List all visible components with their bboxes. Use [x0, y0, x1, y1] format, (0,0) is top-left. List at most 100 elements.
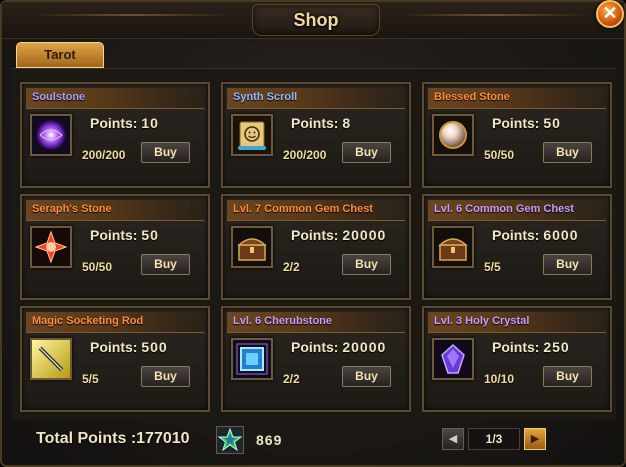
buy-button[interactable]: Buy: [342, 254, 391, 275]
item-points: Points: 8: [291, 115, 351, 131]
buy-button[interactable]: Buy: [141, 254, 190, 275]
close-button[interactable]: ✕: [596, 0, 624, 28]
item-points: Points: 6000: [492, 227, 579, 243]
item-header: Lvl. 7 Common Gem Chest: [227, 200, 405, 221]
gem-chest-icon[interactable]: [432, 226, 474, 268]
points-label: Points:: [492, 339, 540, 355]
buy-button[interactable]: Buy: [141, 142, 190, 163]
points-label: Points:: [291, 115, 339, 131]
gem-chest-icon[interactable]: [231, 226, 273, 268]
item-quantity: 10/10: [484, 372, 515, 386]
item-header: Magic Socketing Rod: [26, 312, 204, 333]
item-points: Points: 50: [90, 227, 159, 243]
seraphs-stone-icon[interactable]: [30, 226, 72, 268]
shop-window: Shop ✕ Tarot Soulstone Points: 10 200/200 B…: [0, 0, 626, 467]
points-label: Points:: [492, 227, 540, 243]
buy-button[interactable]: Buy: [342, 142, 391, 163]
points-label: Points:: [90, 115, 138, 131]
shop-item-card: Blessed Stone Points: 50 50/50 Buy: [422, 82, 612, 188]
points-label: Points:: [90, 339, 138, 355]
cherubstone-icon[interactable]: [231, 338, 273, 380]
shop-item-card: Magic Socketing Rod Points: 500 5/5 Buy: [20, 306, 210, 412]
item-header: Synth Scroll: [227, 88, 405, 109]
points-value: 6000: [543, 227, 579, 243]
item-name: Lvl. 3 Holy Crystal: [434, 315, 530, 327]
blessed-stone-icon[interactable]: [432, 114, 474, 156]
item-quantity: 5/5: [82, 372, 99, 386]
window-title: Shop: [293, 10, 339, 30]
item-points: Points: 20000: [291, 227, 386, 243]
shop-item-card: Lvl. 3 Holy Crystal Points: 250 10/10 Buy: [422, 306, 612, 412]
item-quantity: 50/50: [484, 148, 515, 162]
next-page-button[interactable]: ▶: [524, 428, 546, 450]
holy-crystal-icon[interactable]: [432, 338, 474, 380]
shop-item-card: Synth Scroll Points: 8 200/200 Buy: [221, 82, 411, 188]
soulstone-icon[interactable]: [30, 114, 72, 156]
item-name: Lvl. 7 Common Gem Chest: [233, 203, 373, 215]
shop-item-card: Lvl. 6 Common Gem Chest Points: 6000 5/5 Bu…: [422, 194, 612, 300]
page-indicator: 1/3: [468, 428, 520, 450]
item-points: Points: 250: [492, 339, 570, 355]
close-icon: ✕: [602, 3, 618, 23]
points-value: 50: [141, 227, 159, 243]
item-name: Lvl. 6 Cherubstone: [233, 315, 333, 327]
total-points-value: 177010: [136, 430, 190, 447]
buy-button[interactable]: Buy: [543, 254, 592, 275]
title-decoration-right: [398, 14, 588, 16]
title-plate: Shop: [252, 4, 380, 36]
item-points: Points: 20000: [291, 339, 386, 355]
item-header: Soulstone: [26, 88, 204, 109]
item-quantity: 2/2: [283, 260, 300, 274]
points-value: 50: [543, 115, 561, 131]
points-label: Points:: [90, 227, 138, 243]
item-points: Points: 500: [90, 339, 168, 355]
item-quantity: 50/50: [82, 260, 113, 274]
green-star-icon: [216, 426, 244, 454]
points-value: 8: [342, 115, 352, 131]
arrow-left-icon: ◀: [448, 433, 458, 445]
points-value: 500: [141, 339, 168, 355]
total-points-label: Total Points :: [36, 430, 137, 447]
tab-tarot[interactable]: Tarot: [16, 42, 104, 68]
item-name: Blessed Stone: [434, 91, 510, 103]
synth-scroll-icon[interactable]: [231, 114, 273, 156]
total-points: Total Points :177010: [36, 430, 190, 448]
points-label: Points:: [291, 339, 339, 355]
shop-item-card: Soulstone Points: 10 200/200 Buy: [20, 82, 210, 188]
points-label: Points:: [492, 115, 540, 131]
item-quantity: 200/200: [82, 148, 126, 162]
title-decoration-left: [32, 14, 232, 16]
points-value: 20000: [342, 339, 387, 355]
item-header: Blessed Stone: [428, 88, 606, 109]
shop-item-card: Lvl. 6 Cherubstone Points: 20000 2/2 Buy: [221, 306, 411, 412]
item-header: Lvl. 3 Holy Crystal: [428, 312, 606, 333]
buy-button[interactable]: Buy: [543, 366, 592, 387]
item-quantity: 200/200: [283, 148, 327, 162]
shop-item-card: Seraph's Stone Points: 50 50/50 Buy: [20, 194, 210, 300]
item-name: Synth Scroll: [233, 91, 298, 103]
buy-button[interactable]: Buy: [342, 366, 391, 387]
arrow-right-icon: ▶: [530, 433, 540, 445]
item-name: Magic Socketing Rod: [32, 315, 144, 327]
item-name: Soulstone: [32, 91, 86, 103]
item-header: Lvl. 6 Cherubstone: [227, 312, 405, 333]
prev-page-button[interactable]: ◀: [442, 428, 464, 450]
shop-item-card: Lvl. 7 Common Gem Chest Points: 20000 2/2 B…: [221, 194, 411, 300]
buy-button[interactable]: Buy: [543, 142, 592, 163]
item-header: Seraph's Stone: [26, 200, 204, 221]
item-name: Lvl. 6 Common Gem Chest: [434, 203, 574, 215]
socketing-rod-icon[interactable]: [30, 338, 72, 380]
item-quantity: 5/5: [484, 260, 501, 274]
item-points: Points: 50: [492, 115, 561, 131]
item-name: Seraph's Stone: [32, 203, 112, 215]
buy-button[interactable]: Buy: [141, 366, 190, 387]
points-label: Points:: [291, 227, 339, 243]
points-value: 20000: [342, 227, 387, 243]
item-quantity: 2/2: [283, 372, 300, 386]
item-points: Points: 10: [90, 115, 159, 131]
item-header: Lvl. 6 Common Gem Chest: [428, 200, 606, 221]
points-value: 250: [543, 339, 570, 355]
title-bar: Shop: [2, 2, 624, 39]
points-value: 10: [141, 115, 159, 131]
star-count: 869: [256, 432, 283, 448]
